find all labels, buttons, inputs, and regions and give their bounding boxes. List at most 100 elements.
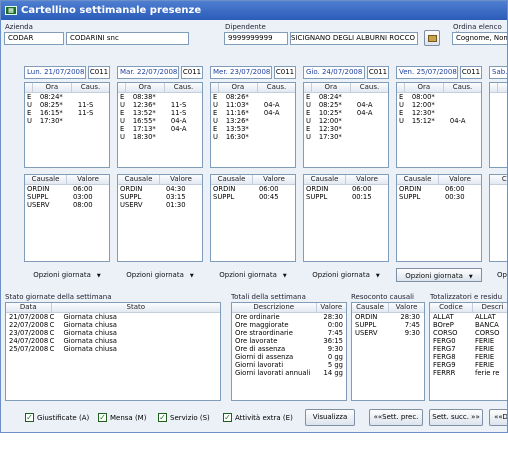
table-row[interactable]: FERG9 FERIE xyxy=(430,361,507,369)
timbratura-row[interactable]: U 17:30* xyxy=(25,117,109,125)
azienda-code-field[interactable]: CODAR xyxy=(4,32,64,45)
timbratura-row[interactable]: E 12:30* xyxy=(397,109,481,117)
azienda-name-field[interactable]: CODARINI snc xyxy=(66,32,189,45)
table-row[interactable]: 23/07/2008 C Giornata chiusa xyxy=(6,329,220,337)
causali-grid[interactable]: Caus xyxy=(489,174,507,262)
table-row[interactable]: Giorni lavorati annuali 14 gg xyxy=(232,369,346,377)
timbratura-row[interactable]: U 08:25* 11-S xyxy=(25,101,109,109)
timbratura-row[interactable]: U 12:36* 11-S xyxy=(118,101,202,109)
timbratura-row[interactable]: E 13:52* 11-S xyxy=(118,109,202,117)
causale-row[interactable]: SUPPL 00:45 xyxy=(211,193,295,201)
table-row[interactable]: Ore lavorate 36:15 xyxy=(232,337,346,345)
last-button[interactable]: ««D xyxy=(489,409,507,426)
table-row[interactable]: BOreP BANCA xyxy=(430,321,507,329)
day-code[interactable]: C011 xyxy=(274,66,296,79)
causale-row[interactable]: ORDIN 06:00 xyxy=(211,185,295,193)
timbratura-row[interactable]: U 13:26* xyxy=(211,117,295,125)
table-row[interactable]: USERV 9:30 xyxy=(352,329,424,337)
timbratura-row[interactable]: E 12:30* xyxy=(304,125,388,133)
timbratura-row[interactable]: U 17:30* xyxy=(304,133,388,141)
timbrature-grid[interactable]: Ora Caus. E 08:26* U 11:03* 04-A E 11:16* 04-A U 13… xyxy=(210,82,296,168)
timbratura-row[interactable]: U 15:12* 04-A xyxy=(397,117,481,125)
table-row[interactable]: 21/07/2008 C Giornata chiusa xyxy=(6,313,220,321)
day-date[interactable]: Mer. 23/07/2008 xyxy=(210,66,272,79)
timbratura-row[interactable]: U 18:30* xyxy=(118,133,202,141)
causali-grid[interactable]: Causale Valore ORDIN 06:00 SUPPL 00:45 xyxy=(210,174,296,262)
table-row[interactable]: Giorni lavorati 5 gg xyxy=(232,361,346,369)
causale-row[interactable]: SUPPL 03:15 xyxy=(118,193,202,201)
table-row[interactable]: Giorni di assenza 0 gg xyxy=(232,353,346,361)
causali-grid[interactable]: Causale Valore ORDIN 04:30 SUPPL 03:15 USERV 01… xyxy=(117,174,203,262)
check-mensa-box[interactable]: ✓ xyxy=(98,413,107,422)
day-code[interactable]: C011 xyxy=(181,66,203,79)
check-giustificate-box[interactable]: ✓ xyxy=(25,413,34,422)
table-row[interactable]: CORSO CORSO xyxy=(430,329,507,337)
check-attivita-box[interactable]: ✓ xyxy=(223,413,232,422)
opzioni-giornata-button[interactable]: Opzioni giornata ▼ xyxy=(24,268,110,282)
table-row[interactable]: FERRR ferie re xyxy=(430,369,507,377)
dipendente-code-field[interactable]: 9999999999 xyxy=(224,32,288,45)
timbratura-row[interactable]: U 08:25* 04-A xyxy=(304,101,388,109)
check-giustificate[interactable]: ✓ Giustificate (A) xyxy=(25,413,89,422)
table-row[interactable]: ORDIN 28:30 xyxy=(352,313,424,321)
table-row[interactable]: Ore ordinarie 28:30 xyxy=(232,313,346,321)
timbratura-row[interactable]: U 16:55* 04-A xyxy=(118,117,202,125)
table-row[interactable]: 25/07/2008 C Giornata chiusa xyxy=(6,345,220,353)
table-row[interactable]: 24/07/2008 C Giornata chiusa xyxy=(6,337,220,345)
timbratura-row[interactable]: E 08:26* xyxy=(211,93,295,101)
causale-row[interactable]: USERV 01:30 xyxy=(118,201,202,209)
timbratura-row[interactable]: U 12:00* xyxy=(304,117,388,125)
visualizza-button[interactable]: Visualizza xyxy=(305,409,355,426)
day-date[interactable]: Gio. 24/07/2008 xyxy=(303,66,365,79)
causale-row[interactable]: ORDIN 06:00 xyxy=(304,185,388,193)
timbratura-row[interactable]: U 16:30* xyxy=(211,133,295,141)
timbratura-row[interactable]: E 08:24* xyxy=(25,93,109,101)
next-week-button[interactable]: Sett. succ. »» xyxy=(429,409,483,426)
day-code[interactable]: C011 xyxy=(367,66,389,79)
causale-row[interactable]: ORDIN 06:00 xyxy=(25,185,109,193)
opzioni-giornata-button[interactable]: Opzioni giornata ▼ xyxy=(210,268,296,282)
timbratura-row[interactable]: E 11:16* 04-A xyxy=(211,109,295,117)
table-row[interactable]: 22/07/2008 C Giornata chiusa xyxy=(6,321,220,329)
opzioni-giornata-button[interactable]: Op xyxy=(489,268,507,282)
timbratura-row[interactable]: E 08:00* xyxy=(397,93,481,101)
timbratura-row[interactable]: E 10:25* 04-A xyxy=(304,109,388,117)
causale-row[interactable]: SUPPL 00:30 xyxy=(397,193,481,201)
timbratura-row[interactable]: E 16:15* 11-S xyxy=(25,109,109,117)
prev-week-button[interactable]: ««Sett. prec. xyxy=(369,409,423,426)
timbratura-row[interactable]: E 08:24* xyxy=(304,93,388,101)
day-date[interactable]: Mar. 22/07/2008 xyxy=(117,66,179,79)
ordina-select[interactable]: Cognome, Nome xyxy=(452,32,507,45)
timbratura-row[interactable]: E 17:13* 04-A xyxy=(118,125,202,133)
timbratura-row[interactable]: E 08:38* xyxy=(118,93,202,101)
table-row[interactable]: FERG0 FERIE xyxy=(430,337,507,345)
table-row[interactable]: SUPPL 7:45 xyxy=(352,321,424,329)
causali-grid[interactable]: Causale Valore ORDIN 06:00 SUPPL 00:30 xyxy=(396,174,482,262)
timbrature-grid[interactable]: Ora Caus. E 08:24* U 08:25* 11-S E 16:15* 11-S U 17… xyxy=(24,82,110,168)
timbratura-row[interactable]: E 13:53* xyxy=(211,125,295,133)
table-row[interactable]: Ore straordinarie 7:45 xyxy=(232,329,346,337)
timbratura-row[interactable]: U 11:03* 04-A xyxy=(211,101,295,109)
causale-row[interactable]: SUPPL 03:00 xyxy=(25,193,109,201)
day-date[interactable]: Ven. 25/07/2008 xyxy=(396,66,458,79)
day-date[interactable]: Sab. 2 xyxy=(489,66,507,79)
opzioni-giornata-button[interactable]: Opzioni giornata ▼ xyxy=(303,268,389,282)
totali-grid[interactable]: Descrizione Valore Ore ordinarie 28:30 Ore … xyxy=(231,302,347,401)
resoconto-grid[interactable]: Causale Valore ORDIN 28:30 SUPPL 7:45 USERV 9:… xyxy=(351,302,425,401)
causale-row[interactable]: ORDIN 04:30 xyxy=(118,185,202,193)
day-code[interactable]: C011 xyxy=(88,66,110,79)
check-servizio-box[interactable]: ✓ xyxy=(158,413,167,422)
causali-grid[interactable]: Causale Valore ORDIN 06:00 SUPPL 03:00 USERV 08… xyxy=(24,174,110,262)
timbrature-grid[interactable]: Ora Caus. E 08:38* U 12:36* 11-S E 13:52* 11-S U 16… xyxy=(117,82,203,168)
stato-grid[interactable]: Data Stato 21/07/2008 C Giornata chiusa 22/0… xyxy=(5,302,221,401)
table-row[interactable]: ALLAT ALLAT xyxy=(430,313,507,321)
timbrature-grid[interactable]: Ora Caus. E 08:00* U 12:00* E 12:30* U 15:12* 04-A xyxy=(396,82,482,168)
day-code[interactable]: C011 xyxy=(460,66,482,79)
causali-grid[interactable]: Causale Valore ORDIN 06:00 SUPPL 00:15 xyxy=(303,174,389,262)
table-row[interactable]: FERG7 FERIE xyxy=(430,345,507,353)
timbratura-row[interactable]: U 12:00* xyxy=(397,101,481,109)
dipendente-name-field[interactable]: SICIGNANO DEGLI ALBURNI ROCCO MARIA xyxy=(290,32,418,45)
opzioni-giornata-button[interactable]: Opzioni giornata ▼ xyxy=(117,268,203,282)
causale-row[interactable]: ORDIN 06:00 xyxy=(397,185,481,193)
causale-row[interactable]: USERV 08:00 xyxy=(25,201,109,209)
